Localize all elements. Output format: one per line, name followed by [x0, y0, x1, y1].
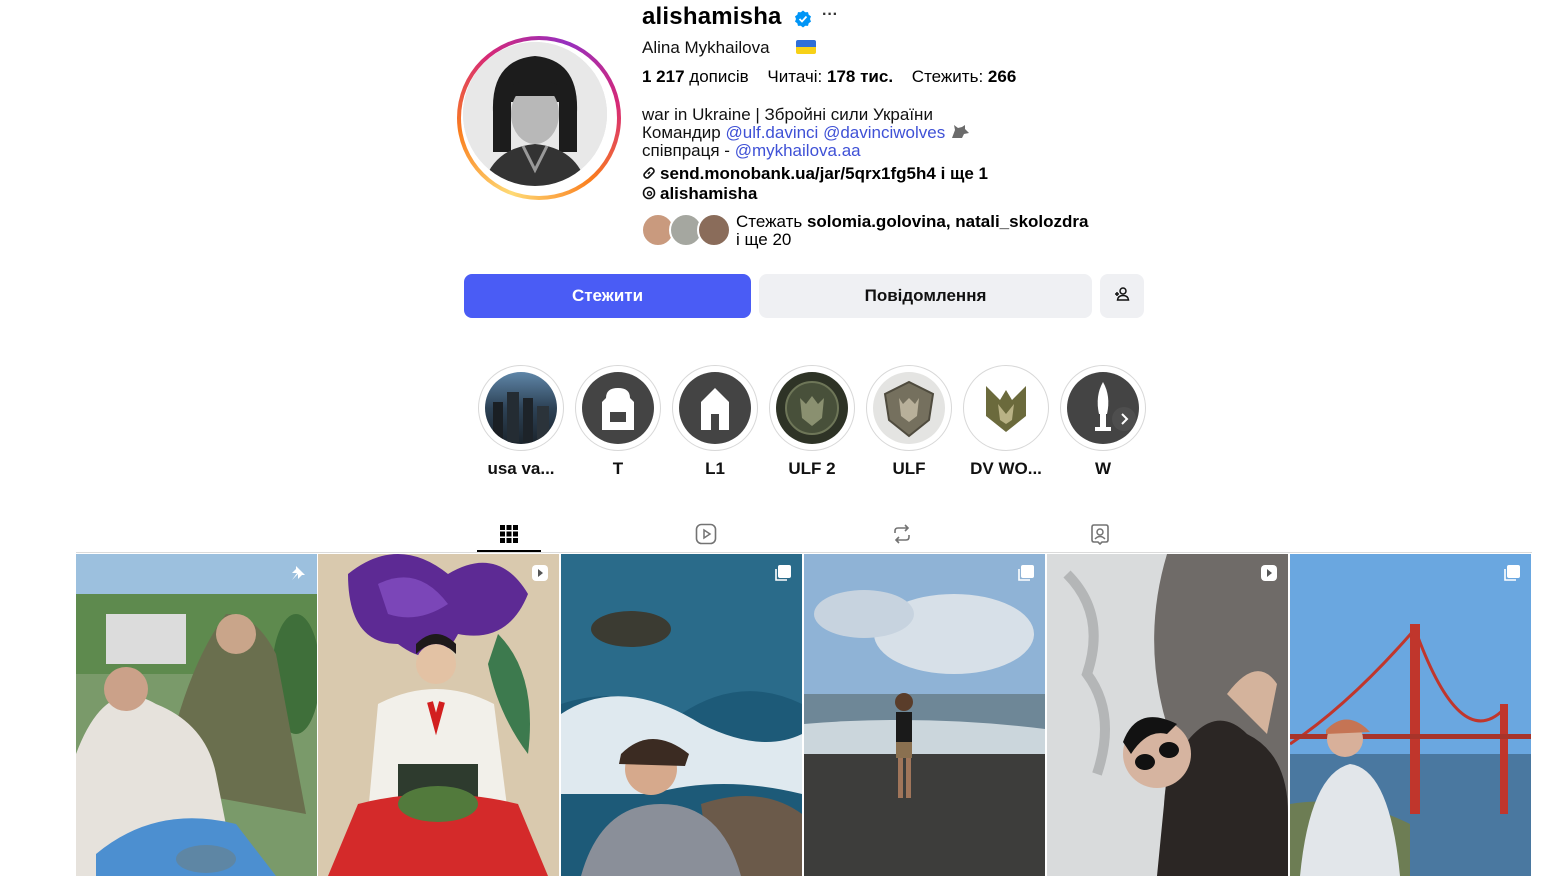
- bio-line: war in Ukraine | Збройні сили України: [642, 105, 933, 124]
- house-icon: [701, 388, 729, 430]
- wolf-trident-icon: [986, 386, 1026, 432]
- wolf-patch-icon: [883, 380, 935, 438]
- post-tile[interactable]: [76, 554, 317, 876]
- highlight-ring: [575, 365, 661, 451]
- reel-icon: [1260, 564, 1278, 582]
- highlight-item[interactable]: ULF: [866, 365, 952, 479]
- followed-by-avatars[interactable]: [641, 213, 731, 247]
- avatar[interactable]: [463, 42, 607, 186]
- post-tile[interactable]: [1290, 554, 1531, 876]
- highlight-item[interactable]: T: [575, 365, 661, 479]
- highlight-label: ULF: [892, 459, 926, 478]
- highlight-ring: [866, 365, 952, 451]
- profile-bio: war in Ukraine | Збройні сили України Ко…: [642, 106, 970, 160]
- highlight-ring: [769, 365, 855, 451]
- more-options-icon[interactable]: ···: [822, 6, 838, 24]
- tab-active-indicator: [477, 550, 541, 552]
- grid-icon: [500, 525, 518, 543]
- profile-stats: 1 217 дописів Читачі: 178 тис. Стежить: …: [642, 67, 1030, 87]
- post-tile[interactable]: [561, 554, 802, 876]
- highlight-ring: [478, 365, 564, 451]
- reel-icon: [531, 564, 549, 582]
- mention-link[interactable]: @ulf.davinci: [725, 123, 818, 142]
- highlight-ring: [672, 365, 758, 451]
- threads-link[interactable]: alishamisha: [642, 184, 757, 204]
- pin-icon: [289, 564, 307, 582]
- post-tile[interactable]: [1047, 554, 1288, 876]
- add-user-icon: [1114, 286, 1130, 307]
- threads-icon: [642, 185, 656, 200]
- mention-link[interactable]: @mykhailova.aa: [735, 141, 861, 160]
- carousel-icon: [1017, 564, 1035, 582]
- highlight-label: usa va...: [487, 459, 555, 478]
- highlight-label: T: [612, 459, 624, 478]
- highlight-item[interactable]: DV WO...: [963, 365, 1049, 479]
- posts-count: 1 217 дописів: [642, 67, 749, 86]
- highlight-item[interactable]: ULF 2: [769, 365, 855, 479]
- backpack-icon: [602, 388, 634, 430]
- tagged-icon: [1091, 524, 1109, 545]
- mention-link[interactable]: @davinciwolves: [823, 123, 945, 142]
- highlight-item[interactable]: usa va...: [478, 365, 564, 479]
- highlight-label: W: [1094, 459, 1112, 478]
- highlight-item[interactable]: L1: [672, 365, 758, 479]
- chevron-right-icon: [1121, 413, 1129, 425]
- carousel-icon: [1503, 564, 1521, 582]
- ukraine-flag-icon: [796, 40, 816, 54]
- verified-badge-icon: [794, 10, 812, 28]
- post-tile[interactable]: [318, 554, 559, 876]
- profile-avatar-ring[interactable]: [457, 36, 621, 200]
- profile-full-name: Alina Mykhailova: [642, 38, 770, 57]
- wolf-emoji-icon: [950, 124, 970, 140]
- unit-patch-icon: [785, 381, 839, 435]
- tab-tagged[interactable]: [1068, 516, 1132, 552]
- followed-by-text[interactable]: Стежать solomia.golovina, natali_skolozd…: [736, 213, 1088, 249]
- highlight-label: DV WO...: [970, 459, 1042, 478]
- reels-icon: [695, 523, 717, 545]
- highlight-label: ULF 2: [788, 459, 836, 478]
- post-tile[interactable]: [804, 554, 1045, 876]
- carousel-icon: [774, 564, 792, 582]
- highlight-ring: [963, 365, 1049, 451]
- link-icon: [642, 165, 656, 179]
- following-count[interactable]: Стежить: 266: [912, 67, 1016, 87]
- tab-posts[interactable]: [477, 516, 541, 552]
- external-link[interactable]: send.monobank.ua/jar/5qrx1fg5h4 і ще 1: [642, 164, 988, 184]
- follow-button[interactable]: Стежити: [464, 274, 751, 318]
- highlights-next-button[interactable]: [1112, 407, 1136, 431]
- bio-line: співпраця - @mykhailova.aa: [642, 141, 861, 160]
- avatar: [697, 213, 731, 247]
- suggested-users-button[interactable]: [1100, 274, 1144, 318]
- profile-username: alishamisha: [642, 3, 782, 30]
- repost-icon: [894, 524, 910, 544]
- followers-count[interactable]: Читачі: 178 тис.: [767, 67, 893, 87]
- tab-reels[interactable]: [674, 516, 738, 552]
- highlight-label: L1: [705, 459, 725, 478]
- bio-line: Командир @ulf.davinci @davinciwolves: [642, 124, 970, 142]
- message-button[interactable]: Повідомлення: [759, 274, 1092, 318]
- tab-divider: [76, 552, 1532, 553]
- tab-reposts[interactable]: [870, 516, 934, 552]
